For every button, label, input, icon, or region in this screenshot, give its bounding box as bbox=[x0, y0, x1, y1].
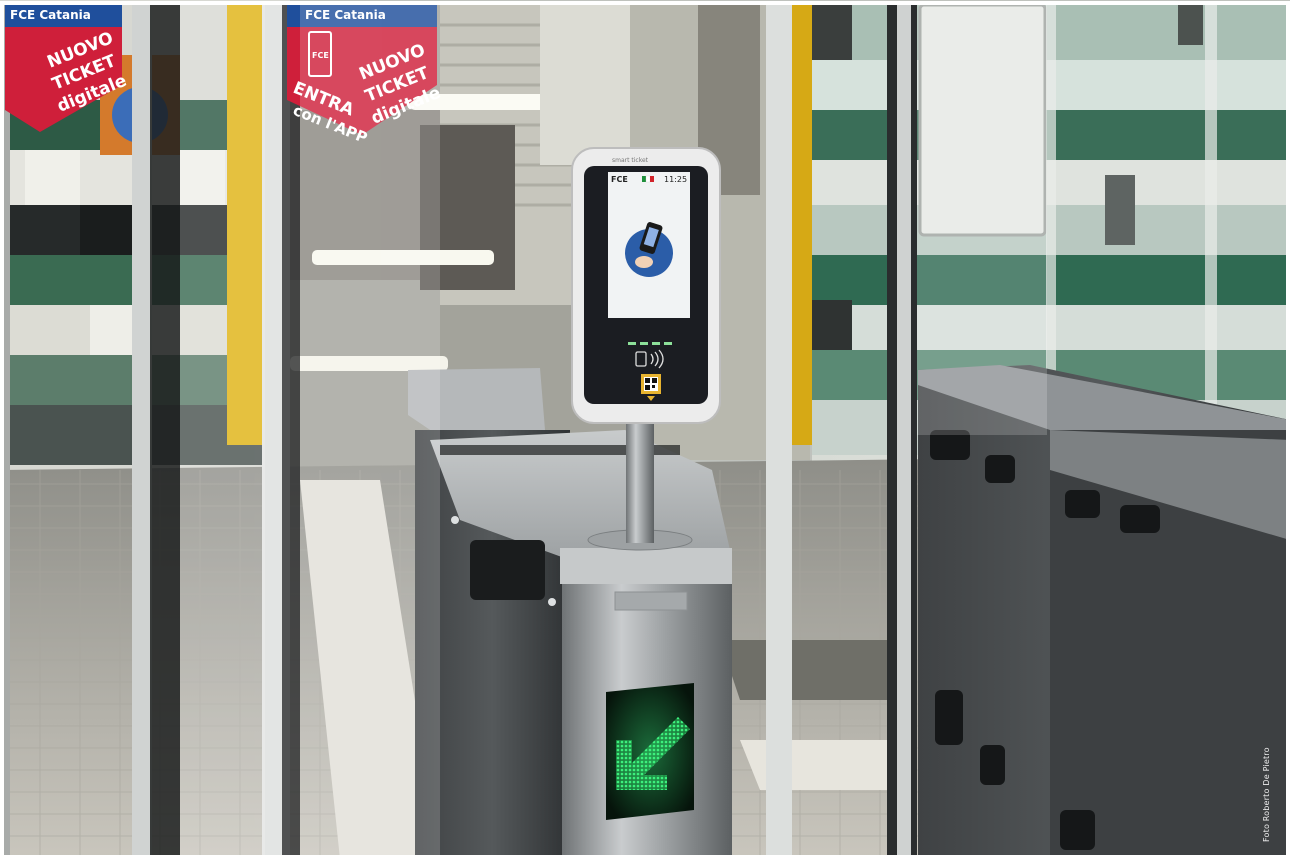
green-arrow-panel bbox=[606, 683, 694, 820]
yellow-pillar-right bbox=[790, 5, 812, 445]
photo-scene: FCE Catania NUOVO TICKET digitale FCE Ca… bbox=[0, 0, 1290, 859]
ticket-validator: smart ticket FCE 11:25 bbox=[571, 147, 721, 424]
gate-right bbox=[918, 365, 1290, 859]
sign-banner-text: FCE Catania bbox=[10, 8, 91, 22]
scene-svg: FCE Catania NUOVO TICKET digitale FCE Ca… bbox=[0, 0, 1290, 859]
screen-time: 11:25 bbox=[664, 175, 687, 184]
photo-credit: Foto Roberto De Pietro bbox=[1262, 747, 1271, 842]
screen-operator: FCE bbox=[611, 175, 628, 184]
validator-brand: smart ticket bbox=[612, 157, 649, 164]
